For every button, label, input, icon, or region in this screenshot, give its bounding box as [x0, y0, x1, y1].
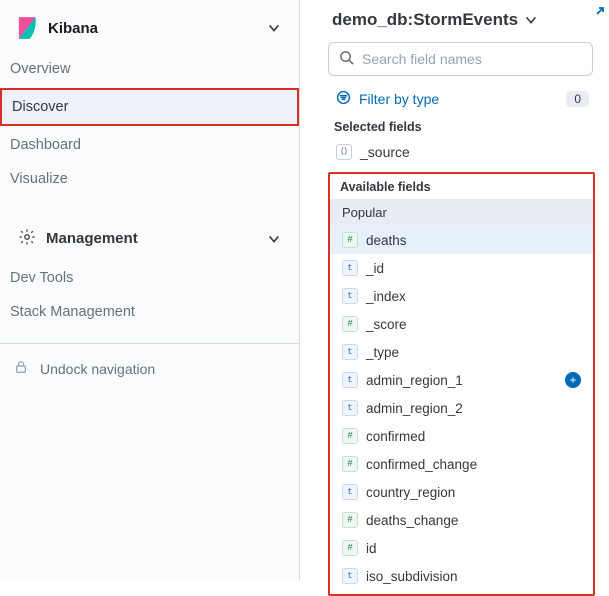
field-panel: demo_db:StormEvents Search field names F… [300, 0, 609, 580]
number-field-icon: # [342, 232, 358, 248]
chevron-down-icon [267, 21, 281, 35]
number-field-icon: # [342, 512, 358, 528]
lock-icon [14, 360, 28, 377]
field-label: deaths [366, 233, 407, 248]
field-label: deaths_change [366, 513, 458, 528]
search-placeholder: Search field names [362, 51, 482, 67]
field-item[interactable]: t iso_subdivision [330, 562, 593, 590]
management-list: Dev ToolsStack Management [0, 259, 299, 331]
field-item[interactable]: # id [330, 534, 593, 562]
field-item[interactable]: # deaths_change [330, 506, 593, 534]
sidebar-item-discover[interactable]: Discover [12, 99, 279, 115]
sidebar: Kibana Overview Discover Dashboard Visualiz… [0, 0, 300, 580]
chevron-down-icon [524, 13, 538, 27]
management-section-header[interactable]: Management [0, 218, 299, 259]
dataset-selector[interactable]: demo_db:StormEvents [324, 10, 599, 40]
field-item[interactable]: # deaths [330, 226, 593, 254]
available-fields-box: Available fields Popular #deaths t_idt_i… [328, 172, 595, 596]
text-field-icon: t [342, 568, 358, 584]
field-item[interactable]: # confirmed_change [330, 450, 593, 478]
search-input[interactable]: Search field names [328, 42, 593, 76]
text-field-icon: t [342, 484, 358, 500]
field-item[interactable]: t admin_region_1 + [330, 366, 593, 394]
kibana-section-header[interactable]: Kibana [0, 10, 299, 50]
expand-icon[interactable] [589, 6, 605, 25]
management-label: Management [46, 230, 138, 247]
field-item[interactable]: t country_region [330, 478, 593, 506]
filter-count-badge: 0 [566, 91, 589, 107]
chevron-down-icon [267, 232, 281, 246]
sidebar-item-stack-management[interactable]: Stack Management [0, 295, 299, 329]
field-item[interactable]: t _index [330, 282, 593, 310]
field-label: iso_subdivision [366, 569, 458, 584]
number-field-icon: # [342, 456, 358, 472]
field-item[interactable]: # _score [330, 310, 593, 338]
number-field-icon: # [342, 316, 358, 332]
undock-navigation[interactable]: Undock navigation [0, 354, 299, 383]
field-label: admin_region_2 [366, 401, 463, 416]
filter-label: Filter by type [359, 91, 439, 107]
search-icon [339, 50, 354, 68]
undock-label: Undock navigation [40, 361, 155, 377]
field-label: _type [366, 345, 399, 360]
sidebar-item-dashboard[interactable]: Dashboard [10, 137, 281, 153]
number-field-icon: # [342, 540, 358, 556]
kibana-logo-icon [18, 16, 38, 40]
dataset-name: demo_db:StormEvents [332, 10, 518, 30]
field-label: id [366, 541, 377, 556]
field-item[interactable]: t _id [330, 254, 593, 282]
popular-heading: Popular [330, 199, 593, 226]
add-field-button[interactable]: + [565, 372, 581, 388]
available-fields-heading: Available fields [330, 176, 593, 199]
sidebar-item-dev-tools[interactable]: Dev Tools [0, 261, 299, 295]
filter-by-type[interactable]: Filter by type 0 [324, 82, 599, 116]
field-label: confirmed [366, 429, 425, 444]
field-label: country_region [366, 485, 455, 500]
text-field-icon: t [342, 288, 358, 304]
number-field-icon: # [342, 428, 358, 444]
field-label: _score [366, 317, 407, 332]
gear-icon [18, 228, 36, 249]
field-label: _index [366, 289, 406, 304]
field-item[interactable]: t admin_region_2 [330, 394, 593, 422]
field-item[interactable]: t _type [330, 338, 593, 366]
kibana-label: Kibana [48, 20, 98, 37]
text-field-icon: t [342, 344, 358, 360]
text-field-icon: t [342, 260, 358, 276]
text-field-icon: t [342, 372, 358, 388]
selected-fields-heading: Selected fields [324, 116, 599, 139]
nav-list: Overview Discover Dashboard Visualize [0, 50, 299, 198]
field-label: _id [366, 261, 384, 276]
sidebar-item-overview[interactable]: Overview [10, 61, 281, 77]
field-label: confirmed_change [366, 457, 477, 472]
selected-field[interactable]: ⟨⟩ _source [324, 139, 599, 168]
sidebar-item-visualize[interactable]: Visualize [10, 171, 281, 187]
field-label: _source [360, 144, 410, 160]
filter-icon [336, 90, 351, 108]
field-label: admin_region_1 [366, 373, 463, 388]
source-field-icon: ⟨⟩ [336, 144, 352, 160]
text-field-icon: t [342, 400, 358, 416]
field-item[interactable]: # confirmed [330, 422, 593, 450]
